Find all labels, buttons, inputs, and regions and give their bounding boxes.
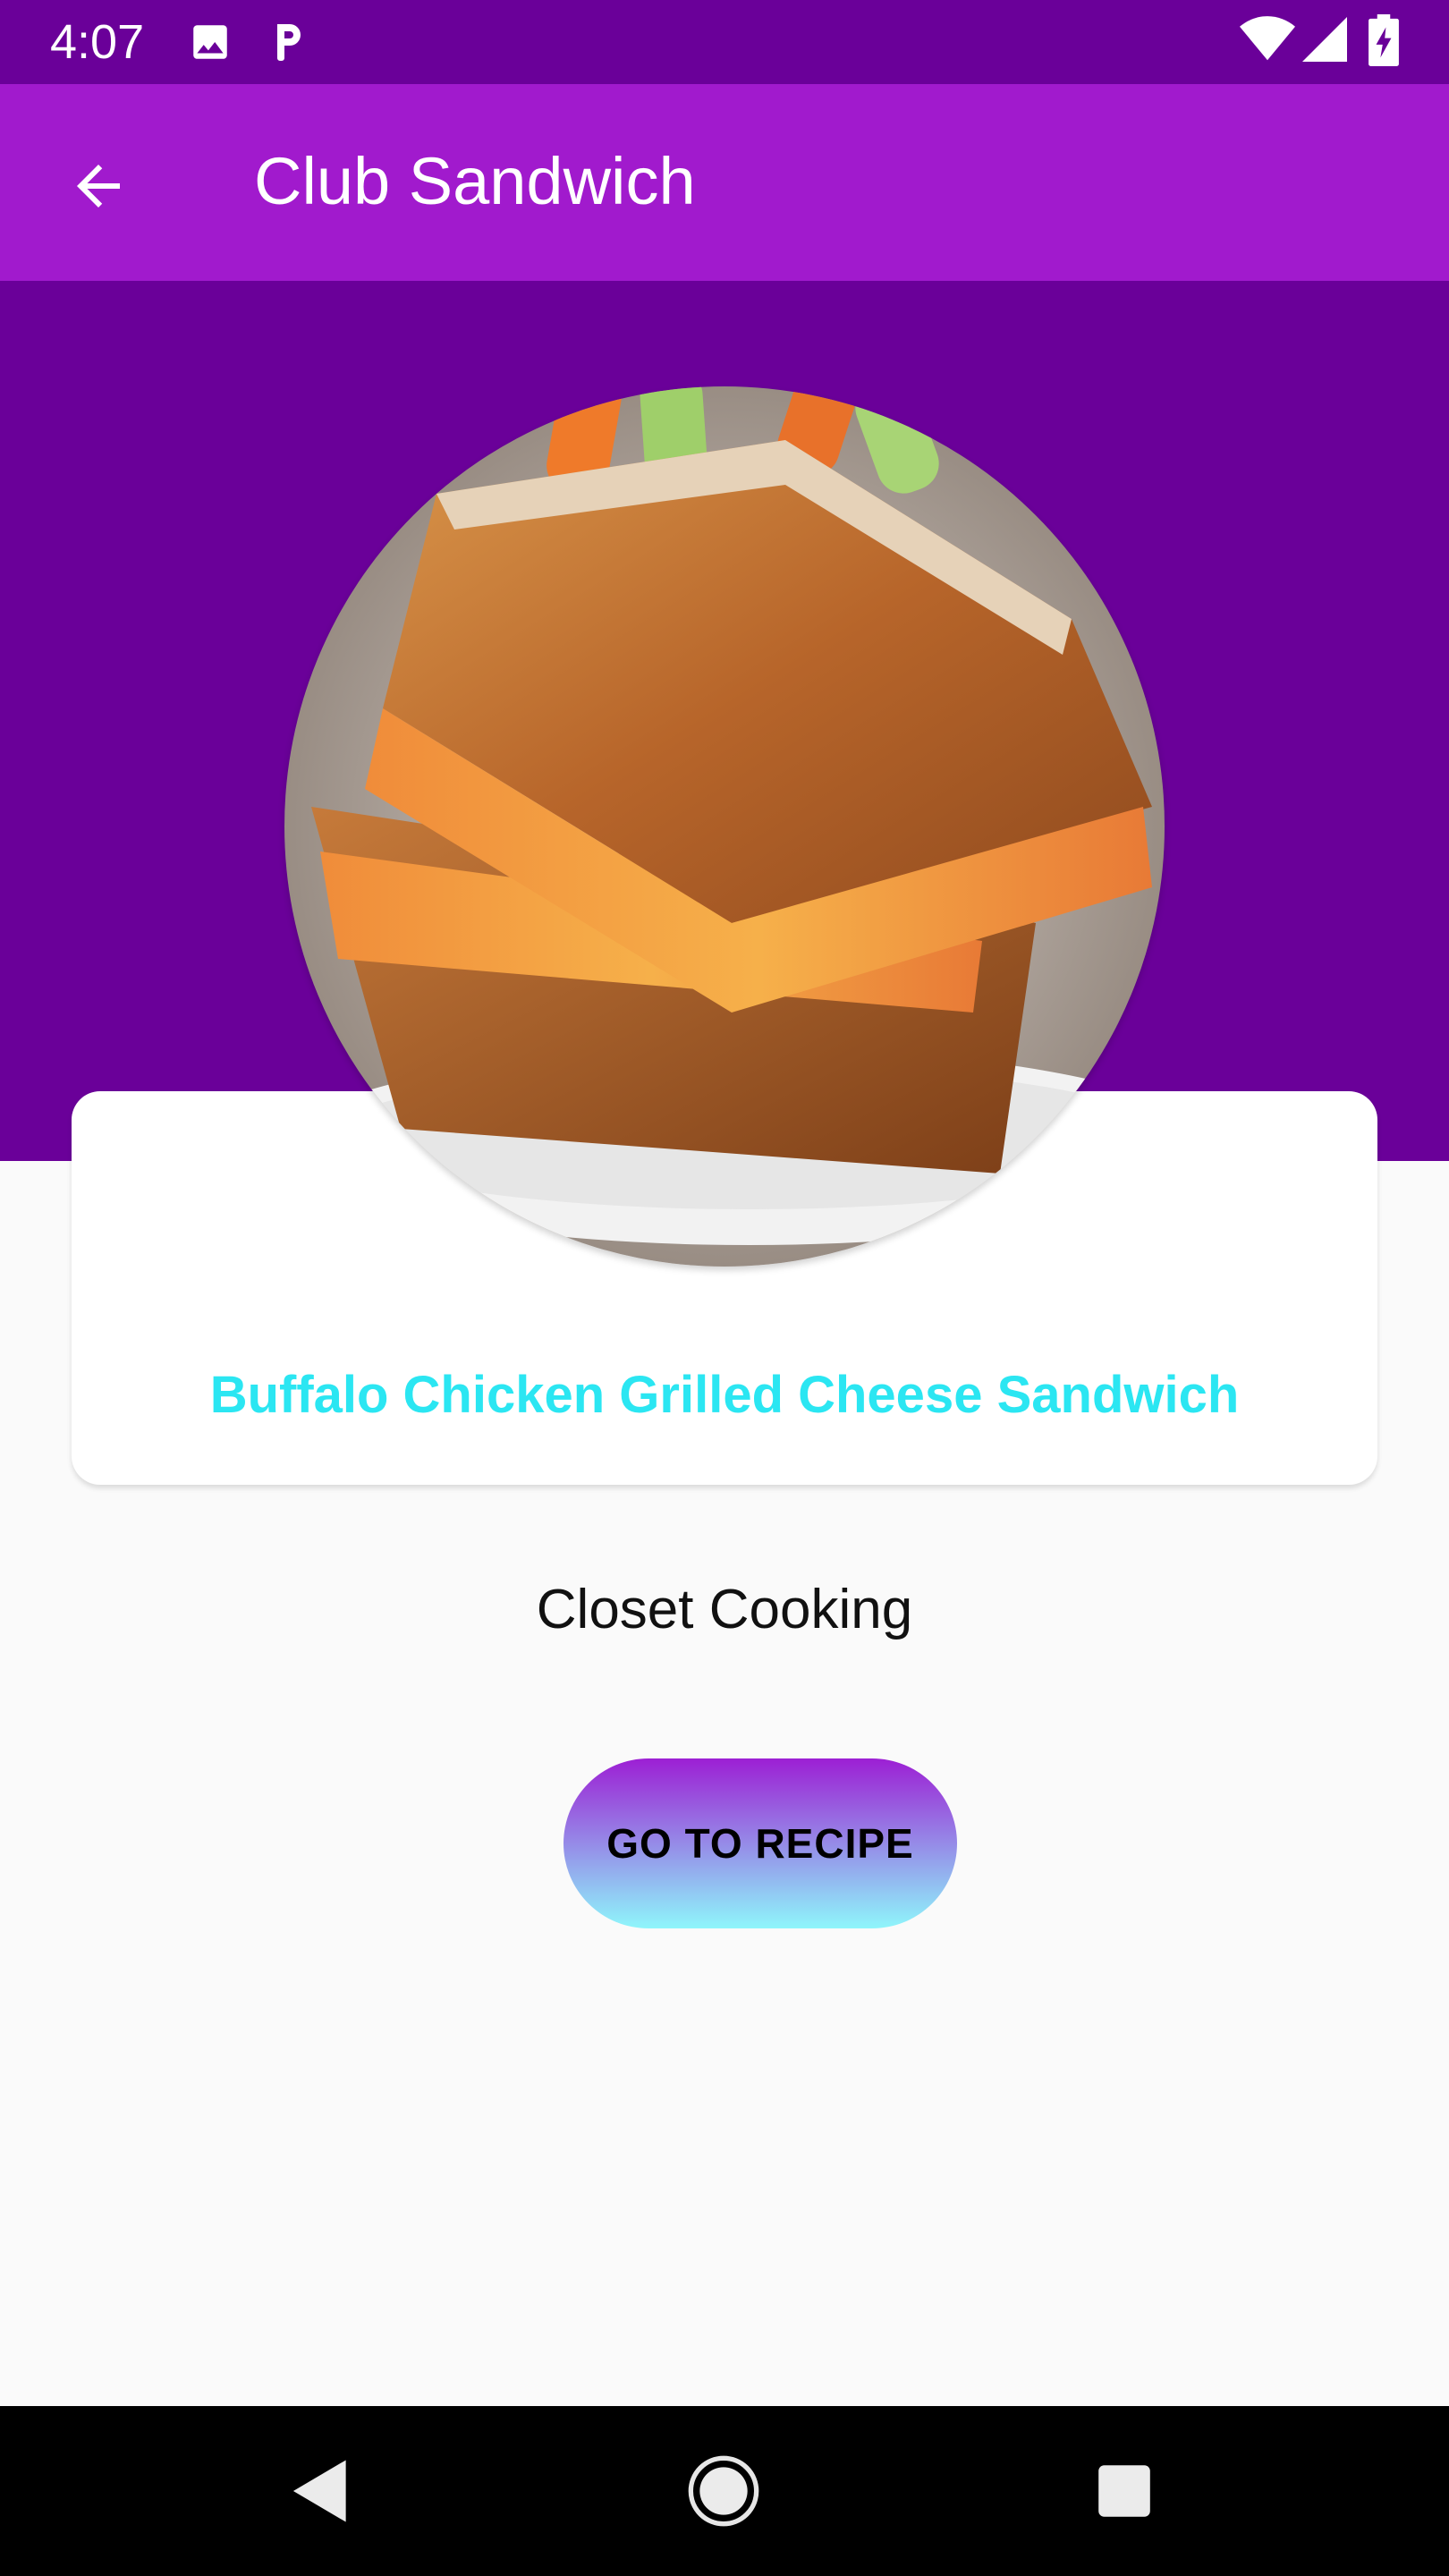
parking-p-icon [267,20,309,69]
signal-icon [1302,16,1347,67]
nav-recents-icon [1098,2465,1150,2517]
wifi-icon [1240,16,1295,67]
recipe-source: Closet Cooking [536,1579,913,1640]
nav-recents-button[interactable] [1075,2442,1174,2540]
app-bar: Club Sandwich [0,84,1449,281]
battery-charging-icon [1368,14,1399,71]
go-to-recipe-label: GO TO RECIPE [606,1820,914,1867]
arrow-back-icon [77,165,120,208]
nav-home-button[interactable] [674,2442,773,2540]
image-icon [188,20,233,69]
navigation-bar [0,2406,1449,2576]
status-time: 4:07 [50,15,145,69]
go-to-recipe-button[interactable]: GO TO RECIPE [564,1758,957,1928]
nav-back-icon [292,2460,346,2522]
nav-back-button[interactable] [272,2442,370,2540]
page-title: Club Sandwich [254,144,696,218]
status-bar: 4:07 [0,0,1449,84]
recipe-title: Buffalo Chicken Grilled Cheese Sandwich [209,1366,1240,1424]
nav-home-icon [688,2455,759,2527]
recipe-image [284,386,1165,1267]
back-button[interactable] [52,140,145,233]
